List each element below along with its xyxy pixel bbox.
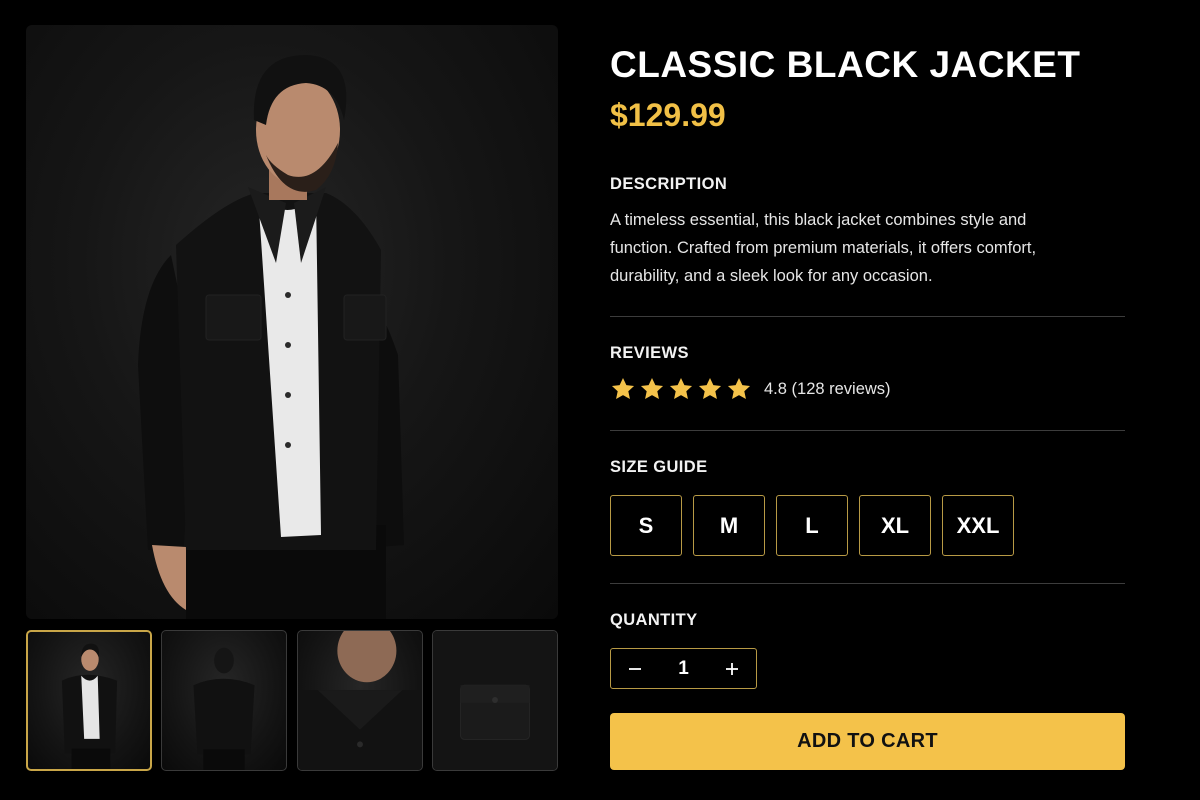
decrement-button[interactable] <box>611 649 659 688</box>
thumbnail-pocket[interactable] <box>432 630 558 771</box>
minus-icon <box>629 667 641 670</box>
star-rating <box>610 376 752 402</box>
product-price: $129.99 <box>610 97 726 133</box>
divider <box>610 316 1125 317</box>
size-button-xl[interactable]: XL <box>859 495 931 556</box>
product-details: CLASSIC BLACK JACKET $129.99 DESCRIPTION… <box>610 40 1125 770</box>
quantity-value: 1 <box>678 657 689 679</box>
star-icon <box>698 377 722 399</box>
description-label: DESCRIPTION <box>610 175 728 193</box>
size-options: S M L XL XXL <box>610 495 1014 556</box>
add-to-cart-button[interactable]: ADD TO CART <box>610 713 1125 770</box>
star-icon <box>727 377 751 399</box>
description-text: A timeless essential, this black jacket … <box>610 211 1037 285</box>
quantity-stepper: 1 <box>610 648 757 689</box>
size-guide-label: SIZE GUIDE <box>610 458 708 476</box>
divider <box>610 583 1125 584</box>
main-product-image <box>26 25 558 619</box>
size-button-l[interactable]: L <box>776 495 848 556</box>
thumbnail-collar[interactable] <box>297 630 423 771</box>
plus-icon <box>726 662 738 675</box>
product-title: CLASSIC BLACK JACKET <box>610 44 1081 85</box>
divider <box>610 430 1125 431</box>
size-button-xxl[interactable]: XXL <box>942 495 1014 556</box>
star-icon <box>640 377 664 399</box>
thumbnail-strip <box>26 630 558 771</box>
thumbnail-front[interactable] <box>26 630 152 771</box>
rating-text: 4.8 (128 reviews) <box>764 379 891 398</box>
quantity-label: QUANTITY <box>610 611 698 629</box>
size-button-s[interactable]: S <box>610 495 682 556</box>
rating-row: 4.8 (128 reviews) <box>610 376 891 402</box>
reviews-label: REVIEWS <box>610 344 689 362</box>
star-icon <box>669 377 693 399</box>
thumbnail-back[interactable] <box>161 630 287 771</box>
increment-button[interactable] <box>708 649 756 688</box>
size-button-m[interactable]: M <box>693 495 765 556</box>
star-icon <box>611 377 635 399</box>
